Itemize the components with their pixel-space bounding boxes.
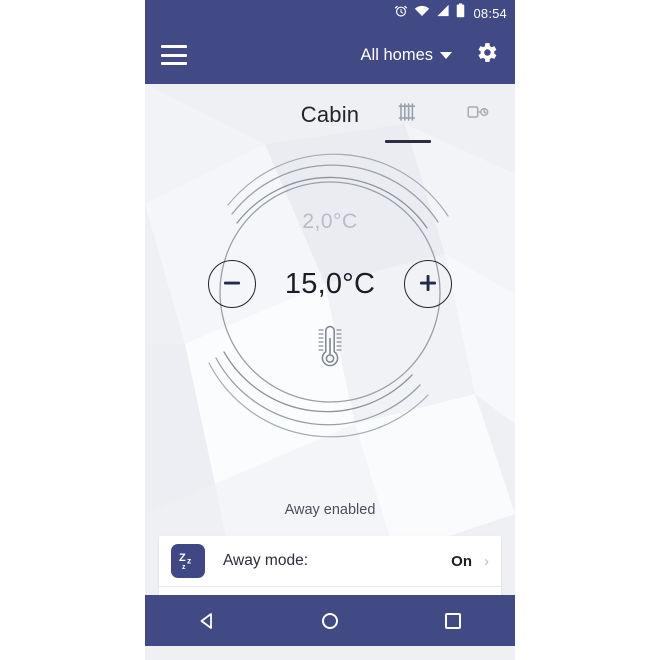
tab-radiator[interactable] bbox=[385, 100, 431, 143]
thermostat-dial: 2,0°C 15,0°C bbox=[145, 142, 515, 442]
wifi-icon bbox=[414, 4, 430, 22]
calendar-icon bbox=[171, 594, 205, 595]
decrease-temperature-button[interactable] bbox=[208, 260, 256, 308]
hamburger-menu-icon[interactable] bbox=[161, 45, 187, 65]
thermostatic-valve-icon bbox=[465, 100, 491, 131]
status-text: Away enabled bbox=[284, 502, 376, 518]
thermometer-icon bbox=[310, 318, 350, 379]
phone-viewport: 08:54 All homes Cabin 2,0°C 15,0°C Away … bbox=[145, 0, 515, 660]
main-content: Cabin 2,0°C 15,0°C Away enabled Z z z Aw… bbox=[145, 84, 515, 595]
list-item-label: Away mode: bbox=[223, 552, 309, 569]
gear-icon[interactable] bbox=[474, 40, 499, 70]
chevron-down-icon bbox=[440, 51, 452, 59]
list-item-schedule[interactable]: Schedule Antifrost › bbox=[159, 586, 501, 595]
status-bar-clock: 08:54 bbox=[473, 5, 507, 21]
battery-icon bbox=[456, 3, 465, 23]
screenshot-root: 08:54 All homes Cabin 2,0°C 15,0°C Away … bbox=[0, 0, 660, 660]
home-selector[interactable]: All homes bbox=[361, 46, 452, 65]
plus-icon bbox=[417, 272, 439, 297]
settings-card: Z z z Away mode: On › bbox=[159, 536, 501, 595]
svg-text:Z: Z bbox=[179, 552, 186, 564]
cellular-signal-icon bbox=[436, 4, 450, 22]
svg-text:z: z bbox=[187, 556, 191, 566]
android-nav-bar bbox=[145, 595, 515, 646]
target-temperature: 15,0°C bbox=[284, 267, 376, 300]
device-tabs bbox=[385, 100, 501, 143]
home-selector-label: All homes bbox=[360, 45, 433, 64]
radiator-icon bbox=[395, 100, 421, 131]
back-triangle-icon[interactable] bbox=[179, 601, 235, 641]
list-item-away-mode[interactable]: Z z z Away mode: On › bbox=[159, 536, 501, 586]
home-circle-icon[interactable] bbox=[302, 601, 358, 641]
minus-icon bbox=[221, 272, 243, 297]
svg-text:z: z bbox=[182, 564, 186, 571]
alarm-icon bbox=[394, 4, 408, 23]
chevron-right-icon: › bbox=[484, 552, 489, 570]
increase-temperature-button[interactable] bbox=[404, 260, 452, 308]
tab-valve[interactable] bbox=[455, 100, 501, 143]
temperature-controls: 15,0°C bbox=[145, 260, 515, 308]
app-bar: All homes bbox=[145, 26, 515, 84]
sleep-zzz-icon: Z z z bbox=[171, 544, 205, 578]
current-temperature: 2,0°C bbox=[302, 210, 358, 233]
recents-square-icon[interactable] bbox=[425, 601, 481, 641]
header-row: Cabin bbox=[145, 84, 515, 143]
status-bar: 08:54 bbox=[145, 0, 515, 26]
list-item-value: On bbox=[451, 552, 472, 570]
